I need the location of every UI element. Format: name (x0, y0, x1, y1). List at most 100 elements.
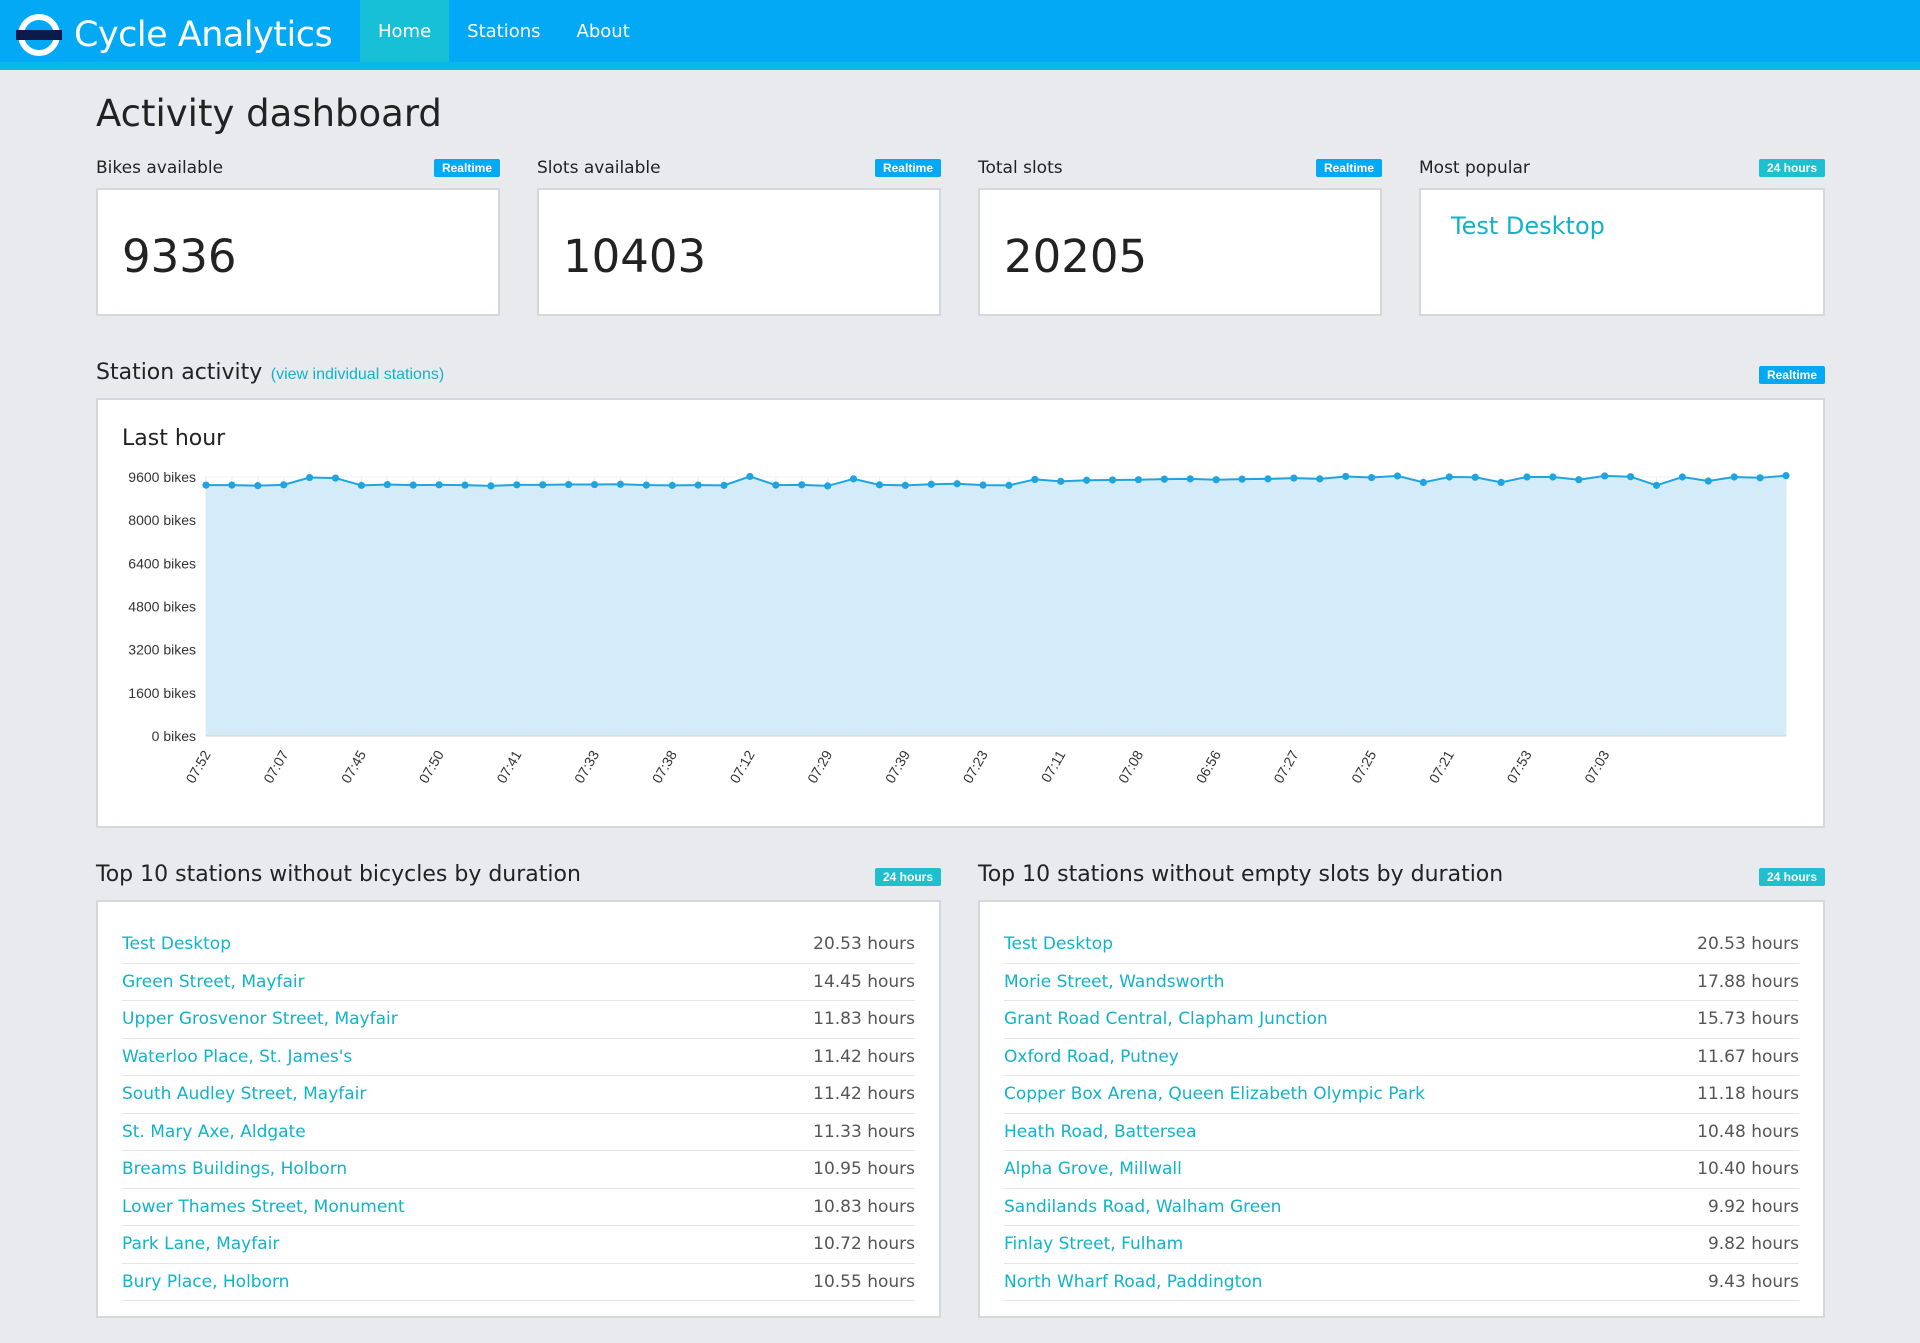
total-slots-value: 20205 (1004, 230, 1148, 283)
duration-value: 20.53 hours (813, 934, 915, 955)
data-point (1678, 473, 1686, 481)
data-point (590, 480, 599, 489)
station-link[interactable]: Waterloo Place, St. James's (122, 1047, 352, 1067)
data-point (1290, 474, 1298, 482)
station-activity-chart-card: Last hour 0 bikes 1600 bikes 3200 bikes 480… (96, 398, 1825, 828)
bikes-available-label: Bikes available (96, 158, 224, 178)
y-tick-label: 0 bikes (152, 728, 196, 744)
duration-value: 10.48 hours (1697, 1121, 1799, 1142)
no-slots-list: Test Desktop 20.53 hours Morie Street, Wan… (1004, 926, 1799, 1301)
list-item: Upper Grosvenor Street, Mayfair 11.83 hou… (122, 1001, 915, 1039)
data-point (953, 480, 961, 488)
data-point (1652, 481, 1661, 489)
y-tick-label: 1600 bikes (128, 685, 196, 701)
x-tick-label: 07:07 (260, 747, 291, 786)
bikes-available-card: 9336 (96, 188, 500, 316)
station-link[interactable]: Heath Road, Battersea (1004, 1122, 1197, 1142)
data-point (1342, 472, 1350, 481)
data-point (694, 481, 702, 489)
data-point (1005, 481, 1013, 489)
data-point (875, 481, 884, 489)
y-tick-label: 8000 bikes (128, 512, 196, 528)
brand-link[interactable]: Cycle Analytics (16, 10, 333, 60)
data-point (1756, 474, 1764, 482)
no-slots-header: Top 10 stations without empty slots by d… (978, 862, 1825, 892)
data-point (1031, 475, 1039, 484)
data-point (1601, 472, 1609, 480)
station-link[interactable]: Copper Box Arena, Queen Elizabeth Olympi… (1004, 1084, 1425, 1104)
station-link[interactable]: Bury Place, Holborn (122, 1272, 289, 1292)
data-point (746, 472, 754, 481)
station-link[interactable]: Alpha Grove, Millwall (1004, 1159, 1182, 1179)
station-link[interactable]: Finlay Street, Fulham (1004, 1234, 1183, 1254)
view-individual-stations-link[interactable]: (view individual stations) (271, 366, 444, 383)
station-link[interactable]: Breams Buildings, Holborn (122, 1159, 347, 1179)
station-link[interactable]: Test Desktop (1004, 934, 1113, 954)
bikes-available-header: Bikes available Realtime (96, 154, 500, 182)
no-bikes-list: Test Desktop 20.53 hours Green Street, May… (122, 926, 915, 1301)
station-link[interactable]: Park Lane, Mayfair (122, 1234, 279, 1254)
station-link[interactable]: Sandilands Road, Walham Green (1004, 1197, 1281, 1217)
slots-available-label: Slots available (537, 158, 661, 178)
duration-value: 20.53 hours (1697, 934, 1799, 955)
list-item: Test Desktop 20.53 hours (122, 926, 915, 964)
x-tick-label: 07:39 (882, 747, 913, 786)
data-point (409, 481, 417, 489)
nav-about[interactable]: About (559, 0, 648, 62)
x-tick-label: 07:23 (959, 747, 990, 786)
realtime-badge: Realtime (1315, 159, 1382, 177)
list-item: Morie Street, Wandsworth 17.88 hours (1004, 964, 1799, 1001)
list-item: Copper Box Arena, Queen Elizabeth Olympi… (1004, 1076, 1799, 1114)
24-hours-badge: 24 hours (1758, 868, 1825, 886)
data-point (357, 481, 366, 489)
list-item: Oxford Road, Putney 11.67 hours (1004, 1039, 1799, 1076)
data-point (1497, 478, 1505, 486)
top-navbar: Cycle Analytics Home Stations About (0, 0, 1920, 70)
data-point (228, 481, 236, 489)
no-bikes-list-card: Test Desktop 20.53 hours Green Street, May… (96, 900, 941, 1318)
most-popular-station-link[interactable]: Test Desktop (1451, 212, 1605, 240)
data-point (1264, 475, 1272, 483)
station-link[interactable]: Lower Thames Street, Monument (122, 1197, 405, 1217)
list-item: Green Street, Mayfair 14.45 hours (122, 964, 915, 1001)
data-point (1393, 472, 1402, 480)
station-link[interactable]: St. Mary Axe, Aldgate (122, 1122, 306, 1142)
no-bikes-title: Top 10 stations without bicycles by dura… (96, 862, 581, 887)
y-tick-label: 4800 bikes (128, 599, 196, 615)
duration-value: 9.82 hours (1707, 1234, 1799, 1255)
data-point (487, 482, 495, 490)
x-tick-label: 07:45 (338, 747, 369, 786)
data-point (927, 480, 935, 488)
realtime-badge: Realtime (433, 159, 500, 177)
duration-value: 11.33 hours (813, 1121, 915, 1142)
station-link[interactable]: Test Desktop (122, 934, 231, 954)
nav-stations[interactable]: Stations (449, 0, 558, 62)
data-point (1212, 476, 1220, 484)
station-link[interactable]: Grant Road Central, Clapham Junction (1004, 1009, 1328, 1029)
station-link[interactable]: Morie Street, Wandsworth (1004, 972, 1224, 992)
x-tick-label: 07:08 (1115, 747, 1146, 786)
list-item: Park Lane, Mayfair 10.72 hours (122, 1226, 915, 1264)
station-link[interactable]: Upper Grosvenor Street, Mayfair (122, 1009, 398, 1029)
data-point (1419, 478, 1427, 486)
station-link[interactable]: Green Street, Mayfair (122, 972, 305, 992)
station-link[interactable]: South Audley Street, Mayfair (122, 1084, 366, 1104)
station-link[interactable]: North Wharf Road, Paddington (1004, 1272, 1262, 1292)
duration-value: 14.45 hours (813, 971, 915, 992)
x-tick-label: 07:53 (1503, 747, 1534, 786)
station-link[interactable]: Oxford Road, Putney (1004, 1047, 1179, 1067)
data-point (979, 481, 987, 489)
list-item: St. Mary Axe, Aldgate 11.33 hours (122, 1114, 915, 1151)
data-point (280, 481, 288, 489)
data-point (1316, 475, 1324, 483)
page-title: Activity dashboard (96, 92, 442, 135)
duration-value: 17.88 hours (1697, 971, 1799, 992)
list-item: Finlay Street, Fulham 9.82 hours (1004, 1226, 1799, 1264)
nav-home[interactable]: Home (360, 0, 450, 62)
data-point (1057, 477, 1065, 485)
slots-available-header: Slots available Realtime (537, 154, 941, 182)
data-point (306, 473, 314, 482)
data-point (798, 481, 806, 489)
list-item: Sandilands Road, Walham Green 9.92 hours (1004, 1189, 1799, 1226)
data-point (1108, 476, 1117, 484)
